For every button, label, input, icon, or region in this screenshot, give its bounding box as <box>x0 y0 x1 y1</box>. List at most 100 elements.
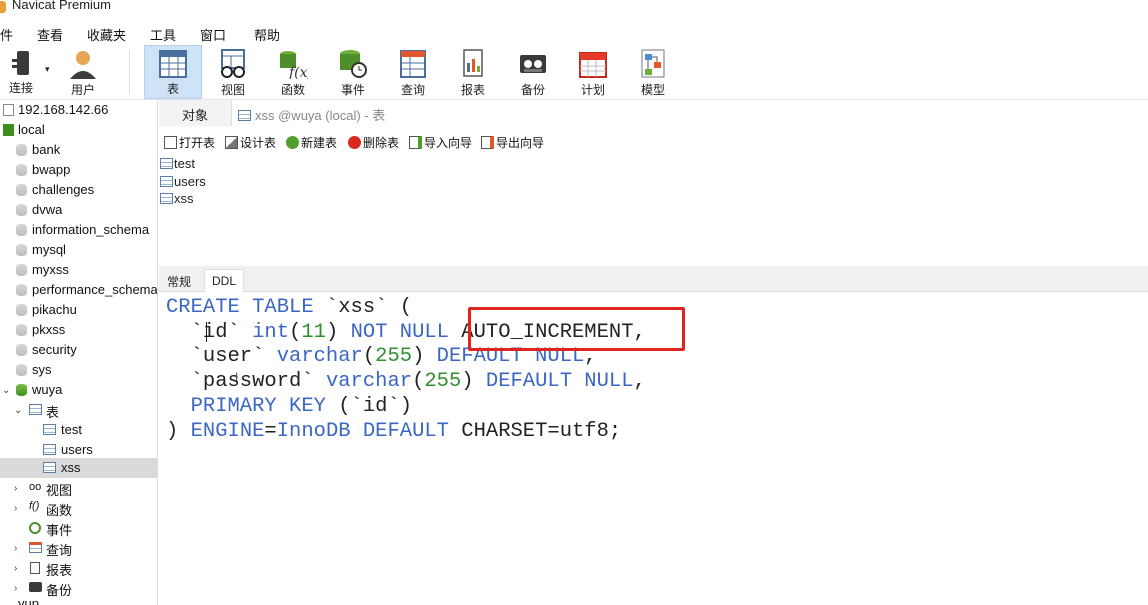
tree-db-sys[interactable]: sys <box>0 360 157 380</box>
tree-db-dvwa[interactable]: dvwa <box>0 200 157 220</box>
tree-table-users[interactable]: users <box>0 440 157 460</box>
tab-objects[interactable]: 对象 <box>159 100 231 126</box>
chevron-right-icon[interactable]: › <box>14 563 17 574</box>
event-clock-icon <box>29 522 41 534</box>
menu-view[interactable]: 查看 <box>37 25 63 44</box>
chevron-right-icon[interactable]: › <box>14 483 17 494</box>
open-table-button[interactable]: 打开表 <box>164 134 215 151</box>
tree-db-security[interactable]: security <box>0 340 157 360</box>
chevron-down-icon[interactable]: ⌄ <box>14 405 22 416</box>
backup-icon <box>29 582 42 592</box>
menu-window[interactable]: 窗口 <box>200 25 226 44</box>
tree-db-pikachu[interactable]: pikachu <box>0 300 157 320</box>
function-button[interactable]: f(x) 函数 <box>264 45 322 99</box>
chevron-right-icon[interactable]: › <box>14 543 17 554</box>
tree-db-bank[interactable]: bank <box>0 140 157 160</box>
view-label: 视图 <box>220 83 245 97</box>
model-button[interactable]: 模型 <box>624 45 682 99</box>
database-label: pikachu <box>32 302 77 317</box>
query-button[interactable]: 查询 <box>384 45 442 99</box>
event-clock-icon <box>340 50 367 78</box>
database-label: myxss <box>32 262 69 277</box>
delete-icon <box>348 136 361 149</box>
table-icon <box>43 424 56 435</box>
tree-db-information-schema[interactable]: information_schema <box>0 220 157 240</box>
tree-group-events[interactable]: 事件 <box>0 518 157 538</box>
tree-db-wuya[interactable]: ⌄ wuya <box>0 380 157 400</box>
tree-db-pkxss[interactable]: pkxss <box>0 320 157 340</box>
tab-bar: 对象 xss @wuya (local) - 表 <box>159 100 1148 126</box>
chevron-right-icon[interactable]: › <box>14 503 17 514</box>
schedule-button[interactable]: 计划 <box>564 45 622 99</box>
tree-table-xss[interactable]: xss <box>0 458 157 478</box>
tree-db-performance-schema[interactable]: performance_schema <box>0 280 157 300</box>
ddl-line-6: ) ENGINE=InnoDB DEFAULT CHARSET=utf8; <box>166 420 1146 445</box>
schedule-calendar-icon <box>579 52 607 78</box>
function-icon: f(x) <box>280 51 308 79</box>
database-icon <box>16 264 27 276</box>
connect-dropdown-icon[interactable]: ▾ <box>45 64 50 75</box>
chevron-right-icon[interactable]: › <box>14 583 17 594</box>
model-label: 模型 <box>640 83 665 97</box>
database-label: bwapp <box>32 162 71 177</box>
tab-ddl[interactable]: DDL <box>204 269 245 292</box>
report-icon <box>463 49 483 77</box>
menu-help[interactable]: 帮助 <box>254 25 280 44</box>
tree-group-label: 表 <box>46 405 60 420</box>
svg-text:f(x): f(x) <box>288 65 308 79</box>
object-item-xss[interactable]: xss <box>160 191 194 206</box>
new-table-button[interactable]: 新建表 <box>286 134 337 151</box>
tree-group-queries[interactable]: › 查询 <box>0 538 157 558</box>
connect-button[interactable]: 连接 <box>0 45 50 99</box>
design-table-button[interactable]: 设计表 <box>225 134 276 151</box>
design-table-icon <box>225 136 238 149</box>
text-caret <box>206 322 207 342</box>
view-button[interactable]: 视图 <box>204 45 262 99</box>
tree-group-label: 视图 <box>46 483 73 498</box>
tree-connection-local[interactable]: local <box>0 120 157 140</box>
database-label: challenges <box>32 182 95 197</box>
tab-label: xss @wuya (local) - 表 <box>255 108 386 123</box>
export-wizard-button[interactable]: 导出向导 <box>481 134 544 151</box>
tree-db-partial[interactable]: yup <box>0 596 157 605</box>
database-icon <box>16 384 27 396</box>
import-wizard-button[interactable]: 导入向导 <box>409 134 472 151</box>
tree-connection-remote[interactable]: 192.168.142.66 <box>0 100 157 120</box>
object-item-users[interactable]: users <box>160 174 206 189</box>
table-label: xss <box>61 460 81 475</box>
tree-table-test[interactable]: test <box>0 420 157 440</box>
tree-group-tables[interactable]: ⌄ 表 <box>0 400 157 420</box>
delete-table-button[interactable]: 删除表 <box>348 134 399 151</box>
tree-group-functions[interactable]: › f() 函数 <box>0 498 157 518</box>
report-button[interactable]: 报表 <box>444 45 502 99</box>
new-table-label: 新建表 <box>301 136 338 150</box>
menu-tools[interactable]: 工具 <box>150 25 176 44</box>
event-button[interactable]: 事件 <box>324 45 382 99</box>
tree-db-bwapp[interactable]: bwapp <box>0 160 157 180</box>
tree-group-reports[interactable]: › 报表 <box>0 558 157 578</box>
tree-group-backups[interactable]: › 备份 <box>0 578 157 598</box>
menu-file[interactable]: 件 <box>0 25 13 44</box>
tree-db-mysql[interactable]: mysql <box>0 240 157 260</box>
report-icon <box>30 562 40 574</box>
ddl-text: = <box>264 419 277 443</box>
menu-favorites[interactable]: 收藏夹 <box>87 25 126 44</box>
backup-button[interactable]: 备份 <box>504 45 562 99</box>
tree-db-challenges[interactable]: challenges <box>0 180 157 200</box>
table-button[interactable]: 表 <box>144 45 202 99</box>
object-label: test <box>174 156 195 171</box>
chevron-down-icon[interactable]: ⌄ <box>2 385 10 396</box>
object-list[interactable]: test users xss <box>159 156 1148 280</box>
tree-db-myxss[interactable]: myxss <box>0 260 157 280</box>
object-item-test[interactable]: test <box>160 156 195 171</box>
ddl-text: ) <box>412 345 437 369</box>
database-label: dvwa <box>32 202 63 217</box>
tree-group-views[interactable]: › oo 视图 <box>0 478 157 498</box>
table-label: 表 <box>166 82 179 96</box>
database-icon <box>16 324 27 336</box>
tab-general[interactable]: 常规 <box>160 269 198 292</box>
tab-xss-table[interactable]: xss @wuya (local) - 表 <box>231 100 1148 126</box>
query-label: 查询 <box>400 83 425 97</box>
connection-tree[interactable]: 192.168.142.66 local bank bwapp challeng… <box>0 100 158 605</box>
user-button[interactable]: 用户 <box>54 45 112 99</box>
